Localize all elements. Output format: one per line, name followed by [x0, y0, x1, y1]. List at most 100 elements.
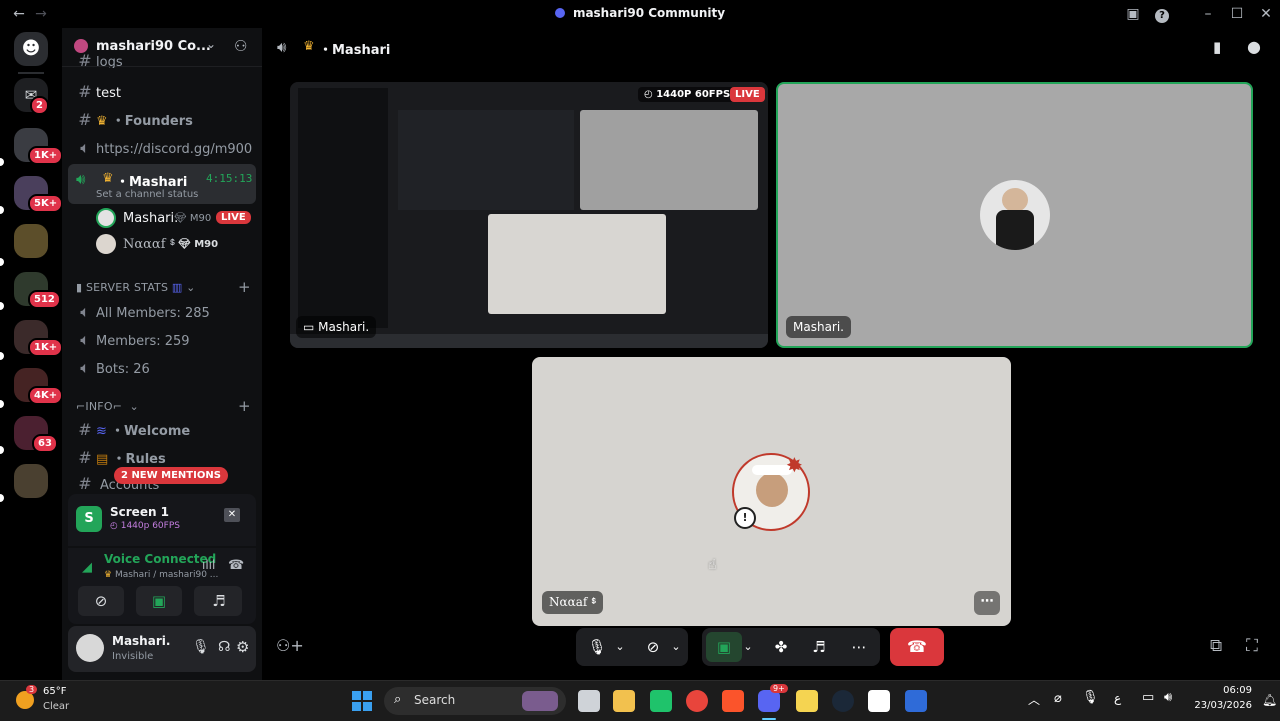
- server-icon[interactable]: 4K+: [14, 368, 64, 405]
- steam-icon[interactable]: [832, 690, 854, 712]
- discord-icon[interactable]: 9+: [758, 684, 788, 712]
- add-participant-icon[interactable]: ⚇+: [276, 636, 304, 655]
- channel-item[interactable]: # ≋ ・Welcome: [68, 417, 256, 443]
- user-tile-speaking[interactable]: Mashari.: [776, 82, 1253, 348]
- activities-icon[interactable]: ✤: [766, 628, 796, 666]
- voice-channel-active[interactable]: 🔊︎ ♛ ・Mashari 4:15:13 Set a channel stat…: [68, 164, 256, 204]
- more-options-icon[interactable]: ⋯: [974, 591, 1000, 615]
- signal-icon[interactable]: ◢: [82, 560, 92, 575]
- settings-icon[interactable]: ⚙: [236, 638, 249, 656]
- bookmark-icon[interactable]: ▮: [1213, 38, 1221, 56]
- avatar-face: [756, 473, 788, 507]
- maximize-icon[interactable]: ☐: [1227, 4, 1247, 24]
- inbox-icon[interactable]: ▣: [1123, 4, 1143, 24]
- camera-off-icon[interactable]: ⊘: [78, 586, 124, 616]
- channel-item[interactable]: 🔈︎ Members: 259: [68, 327, 256, 353]
- server-icon[interactable]: 1K+: [14, 320, 64, 357]
- fullscreen-icon[interactable]: ⛶: [1246, 636, 1258, 656]
- disconnect-icon[interactable]: ☎: [228, 558, 244, 573]
- avatar: [980, 180, 1050, 250]
- pop-out-icon[interactable]: ⧉: [1210, 636, 1222, 656]
- speaker-icon: 🔈︎: [80, 302, 90, 321]
- windows-start-icon[interactable]: [352, 691, 372, 711]
- noise-suppression-icon[interactable]: ılıl: [202, 558, 215, 572]
- file-explorer-icon[interactable]: [613, 690, 635, 712]
- screen-share-button[interactable]: ▣: [136, 586, 182, 616]
- microphone-icon[interactable]: 🎙︎: [1082, 690, 1099, 705]
- category-server-stats[interactable]: ▮ SERVER STATS ▥ ⌄: [76, 281, 196, 294]
- weather-temp[interactable]: 65°F: [43, 686, 66, 697]
- avatar-face: [1002, 188, 1028, 212]
- notification-bell-icon[interactable]: 🔔︎: [1262, 693, 1277, 707]
- page-title: ・Mashari: [319, 43, 391, 58]
- share-control-group: ▣ ⌄ ✤ ♬ ⋯: [702, 628, 880, 666]
- stop-stream-icon[interactable]: ✕: [224, 508, 240, 522]
- channel-item[interactable]: 🔈︎ All Members: 285: [68, 299, 256, 325]
- chrome-icon[interactable]: [686, 690, 708, 712]
- server-icon[interactable]: 512: [14, 272, 61, 309]
- taskbar-search[interactable]: ⌕ Search: [384, 687, 566, 715]
- channel-item[interactable]: 🔈︎ Bots: 26: [68, 355, 256, 381]
- language-indicator[interactable]: ع: [1114, 691, 1121, 705]
- channel-item[interactable]: # test: [68, 79, 256, 105]
- new-mentions-badge[interactable]: 2 NEW MENTIONS: [114, 467, 228, 484]
- close-icon[interactable]: ✕: [1256, 4, 1276, 24]
- screen-share-button[interactable]: ▣: [706, 632, 742, 662]
- microphone-icon[interactable]: 🎙︎: [192, 639, 210, 655]
- category-info[interactable]: ⌐INFO⌐ ⌄: [76, 400, 139, 413]
- direct-messages-icon[interactable]: ✉ 2: [14, 78, 49, 115]
- voice-channel-name: ・Mashari: [116, 175, 188, 190]
- voice-member[interactable]: Nαααf ᙚ 💎︎ M90: [96, 234, 256, 256]
- app-icon[interactable]: [650, 690, 672, 712]
- app-icon[interactable]: [868, 690, 890, 712]
- chevron-down-icon[interactable]: ⌄: [206, 37, 216, 51]
- stream-preview-sidebar: [298, 88, 388, 328]
- server-icon[interactable]: 5K+: [14, 176, 64, 213]
- more-options-icon[interactable]: ⋯: [844, 628, 874, 666]
- unread-pill: [0, 446, 4, 454]
- network-icon[interactable]: ⌀: [1054, 691, 1062, 706]
- chevron-down-icon[interactable]: ⌄: [666, 628, 686, 666]
- discord-home-icon[interactable]: ☻: [14, 32, 48, 66]
- soundboard-icon[interactable]: ♬: [196, 586, 242, 616]
- chevron-down-icon[interactable]: ⌄: [740, 628, 756, 666]
- monitor-icon[interactable]: ▭: [1142, 690, 1154, 705]
- chat-bubble-icon[interactable]: ●: [1247, 37, 1261, 56]
- invite-people-icon[interactable]: ⚇: [234, 37, 247, 55]
- brave-icon[interactable]: [722, 690, 744, 712]
- user-tile[interactable]: ✸ ! Nααaf ᙚ ⋯ ☝: [532, 357, 1011, 626]
- chevron-up-icon[interactable]: ︿: [1028, 691, 1040, 708]
- clock-date[interactable]: 23/03/2026: [1188, 700, 1252, 711]
- help-icon[interactable]: ?: [1152, 4, 1172, 24]
- user-name: Mashari.: [112, 634, 171, 648]
- avatar[interactable]: [76, 634, 104, 662]
- server-icon[interactable]: [14, 224, 48, 258]
- task-view-icon[interactable]: [578, 690, 600, 712]
- channel-item[interactable]: # logs: [68, 54, 256, 68]
- app-icon[interactable]: [796, 690, 818, 712]
- app-icon[interactable]: [905, 690, 927, 712]
- soundboard-icon[interactable]: ♬: [804, 628, 834, 666]
- channel-item[interactable]: # ♛ ・Founders: [68, 107, 256, 133]
- minimize-icon[interactable]: –: [1198, 4, 1218, 24]
- speaker-icon: 🔈︎: [80, 330, 90, 349]
- channel-item[interactable]: 🔈︎ https://discord.gg/m900: [68, 135, 256, 161]
- server-icon[interactable]: [14, 464, 48, 498]
- stream-tile[interactable]: ◴ 1440P 60FPS LIVE ▭ Mashari.: [290, 82, 768, 348]
- hash-icon: #: [78, 54, 92, 68]
- headphones-icon[interactable]: ☊: [218, 639, 230, 655]
- camera-off-icon[interactable]: ⊘: [638, 628, 668, 666]
- chevron-down-icon[interactable]: ⌄: [610, 628, 630, 666]
- server-icon[interactable]: 1K+: [14, 128, 64, 165]
- server-icon[interactable]: 63: [14, 416, 58, 453]
- add-channel-icon[interactable]: +: [238, 397, 251, 415]
- microphone-icon[interactable]: 🎙︎: [582, 628, 612, 666]
- volume-icon[interactable]: 🔊︎: [1164, 690, 1172, 705]
- voice-member[interactable]: Mashari. 💎︎ M90 LIVE: [96, 208, 256, 230]
- anger-icon: ✸: [786, 453, 803, 477]
- clock-time[interactable]: 06:09: [1188, 685, 1252, 696]
- voice-status[interactable]: Voice Connected: [104, 552, 216, 566]
- add-channel-icon[interactable]: +: [238, 278, 251, 296]
- channel-status[interactable]: Set a channel status: [96, 189, 198, 200]
- hang-up-button[interactable]: ☎: [890, 628, 944, 666]
